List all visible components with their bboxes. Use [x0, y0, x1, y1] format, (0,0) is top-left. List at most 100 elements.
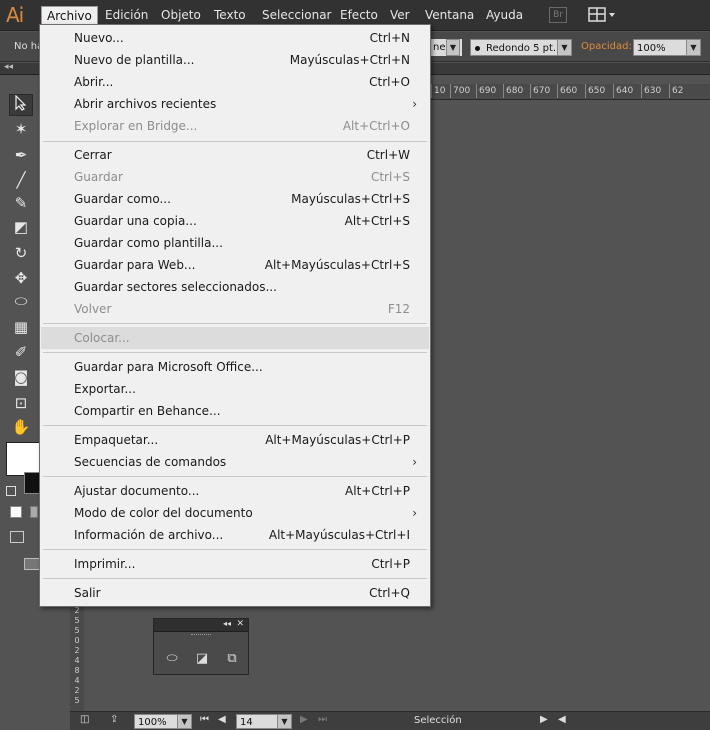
menu-ver[interactable]: Ver: [385, 6, 415, 25]
close-icon[interactable]: ✕: [236, 619, 244, 629]
bridge-button[interactable]: Br: [549, 7, 567, 23]
arrange-documents-icon[interactable]: [588, 6, 618, 24]
eraser-icon[interactable]: ◩: [9, 216, 33, 238]
stroke-profile-value: ne: [433, 42, 446, 53]
shape-builder-icon[interactable]: ⬭: [162, 651, 182, 669]
menu-item-imprimir[interactable]: Imprimir... Ctrl+P: [41, 553, 429, 575]
floating-tool-panel[interactable]: ◂◂ ✕ ⬭ ◪ ⧉: [153, 618, 249, 675]
mesh-tool-icon[interactable]: ▦: [9, 316, 33, 338]
screen-mode-icon[interactable]: [24, 558, 40, 570]
last-artboard-icon[interactable]: ⏭: [318, 714, 327, 725]
next-artboard-icon[interactable]: ▶: [300, 714, 308, 725]
menu-item-ajustar-documento[interactable]: Ajustar documento... Alt+Ctrl+P: [41, 480, 429, 502]
brush-dropdown-icon[interactable]: ▼: [557, 40, 571, 55]
magic-wand-icon[interactable]: ✶: [9, 118, 33, 140]
brush-definition-field[interactable]: Redondo 5 pt. ▼: [470, 39, 572, 56]
ruler-tick: 0: [74, 636, 80, 645]
menu-item-label: Volver: [74, 302, 112, 316]
draw-normal-icon[interactable]: [10, 531, 24, 543]
artboard-number-value: 14: [240, 717, 253, 728]
selection-tool-icon[interactable]: [9, 94, 33, 116]
menu-item-label: Guardar como plantilla...: [74, 236, 223, 250]
collapse-panel-icon[interactable]: ◂◂: [4, 62, 13, 72]
menu-item-secuencias-comandos[interactable]: Secuencias de comandos ›: [41, 451, 429, 473]
default-colors-icon[interactable]: [6, 486, 16, 496]
menu-edicion[interactable]: Edición: [100, 6, 153, 25]
opacity-field[interactable]: 100% ▼: [633, 39, 701, 56]
menu-item-shortcut: Alt+Mayúsculas+Ctrl+I: [268, 528, 410, 542]
brush-definition-value: Redondo 5 pt.: [486, 43, 557, 54]
opacity-dropdown-icon[interactable]: ▼: [686, 40, 700, 55]
zoom-field[interactable]: 100% ▼: [134, 714, 192, 729]
artboard-nav-icon[interactable]: ◫: [80, 714, 89, 725]
paintbrush-icon[interactable]: ✎: [9, 192, 33, 214]
menu-texto[interactable]: Texto: [209, 6, 251, 25]
menu-item-abrir-recientes[interactable]: Abrir archivos recientes ›: [41, 93, 429, 115]
artboard-dropdown-icon[interactable]: ▼: [277, 715, 291, 728]
symbol-sprayer-icon[interactable]: ◙: [9, 366, 33, 388]
scroll-left-icon[interactable]: ◀: [558, 714, 566, 725]
live-paint-icon[interactable]: ◪: [192, 651, 212, 669]
menu-item-empaquetar[interactable]: Empaquetar... Alt+Mayúsculas+Ctrl+P: [41, 429, 429, 451]
menu-item-label: Abrir archivos recientes: [74, 97, 217, 111]
floating-panel-header[interactable]: ◂◂ ✕: [154, 619, 248, 632]
menu-item-salir[interactable]: Salir Ctrl+Q: [41, 582, 429, 604]
menu-item-guardar[interactable]: Guardar Ctrl+S: [41, 166, 429, 188]
menu-item-guardar-sectores[interactable]: Guardar sectores seleccionados...: [41, 276, 429, 298]
status-text[interactable]: Selección: [414, 715, 462, 726]
menu-ayuda[interactable]: Ayuda: [481, 6, 528, 25]
menu-item-modo-color[interactable]: Modo de color del documento ›: [41, 502, 429, 524]
menu-item-exportar[interactable]: Exportar...: [41, 378, 429, 400]
artboard-tool-icon[interactable]: ⊡: [9, 392, 33, 414]
menu-item-guardar-como[interactable]: Guardar como... Mayúsculas+Ctrl+S: [41, 188, 429, 210]
ruler-tick: 670: [529, 84, 551, 98]
menu-item-label: Ajustar documento...: [74, 484, 200, 498]
menu-item-guardar-copia[interactable]: Guardar una copia... Alt+Ctrl+S: [41, 210, 429, 232]
brush-dot-icon: [475, 45, 480, 51]
color-mode-icon[interactable]: [10, 506, 22, 518]
menu-ventana[interactable]: Ventana: [420, 6, 479, 25]
zoom-dropdown-icon[interactable]: ▼: [177, 715, 191, 728]
stroke-profile-dropdown-icon[interactable]: ▼: [446, 39, 460, 56]
menu-item-label: Guardar como...: [74, 192, 171, 206]
menu-item-cerrar[interactable]: Cerrar Ctrl+W: [41, 144, 429, 166]
menu-item-guardar-web[interactable]: Guardar para Web... Alt+Mayúsculas+Ctrl+…: [41, 254, 429, 276]
menu-efecto[interactable]: Efecto: [335, 6, 383, 25]
warp-tool-icon[interactable]: ✥: [9, 267, 33, 289]
menu-objeto[interactable]: Objeto: [156, 6, 206, 25]
hand-tool-icon[interactable]: ✋: [9, 416, 33, 438]
collapse-panel-icon[interactable]: ◂◂: [223, 619, 231, 628]
eyedropper-icon[interactable]: ✐: [9, 341, 33, 363]
menu-item-guardar-plantilla[interactable]: Guardar como plantilla...: [41, 232, 429, 254]
ruler-tick: 5: [74, 696, 80, 705]
menu-item-label: Nuevo...: [74, 31, 124, 45]
gradient-mode-icon[interactable]: [30, 506, 38, 518]
fill-color-swatch[interactable]: [6, 442, 40, 476]
menu-archivo[interactable]: Archivo: [41, 6, 98, 25]
artboard-number-field[interactable]: 14 ▼: [236, 714, 292, 729]
first-artboard-icon[interactable]: ⏮: [200, 714, 209, 725]
status-menu-icon[interactable]: ▶: [540, 714, 548, 725]
line-tool-icon[interactable]: ╱: [9, 169, 33, 191]
prev-artboard-icon[interactable]: ◀: [218, 714, 226, 725]
rotate-tool-icon[interactable]: ↻: [9, 242, 33, 264]
shape-builder-icon[interactable]: ⬭: [9, 290, 33, 312]
opacity-label[interactable]: Opacidad:: [581, 41, 632, 52]
menu-item-nuevo-plantilla[interactable]: Nuevo de plantilla... Mayúsculas+Ctrl+N: [41, 49, 429, 71]
share-icon[interactable]: ⇪: [110, 714, 118, 725]
pen-tool-icon[interactable]: ✒: [9, 144, 33, 166]
panel-grip-icon[interactable]: [191, 634, 211, 636]
menu-item-label: Salir: [74, 586, 101, 600]
menu-item-nuevo[interactable]: Nuevo... Ctrl+N: [41, 27, 429, 49]
menu-item-informacion-archivo[interactable]: Información de archivo... Alt+Mayúsculas…: [41, 524, 429, 546]
menu-item-explorar-bridge[interactable]: Explorar en Bridge... Alt+Ctrl+O: [41, 115, 429, 137]
menu-item-compartir-behance[interactable]: Compartir en Behance...: [41, 400, 429, 422]
menu-item-shortcut: Mayúsculas+Ctrl+S: [291, 192, 410, 206]
menu-item-colocar[interactable]: Colocar...: [41, 327, 429, 349]
menu-item-abrir[interactable]: Abrir... Ctrl+O: [41, 71, 429, 93]
stroke-color-swatch[interactable]: [24, 472, 40, 494]
live-paint-select-icon[interactable]: ⧉: [222, 651, 242, 669]
menu-item-guardar-office[interactable]: Guardar para Microsoft Office...: [41, 356, 429, 378]
menu-seleccionar[interactable]: Seleccionar: [257, 6, 336, 25]
menu-item-volver[interactable]: Volver F12: [41, 298, 429, 320]
